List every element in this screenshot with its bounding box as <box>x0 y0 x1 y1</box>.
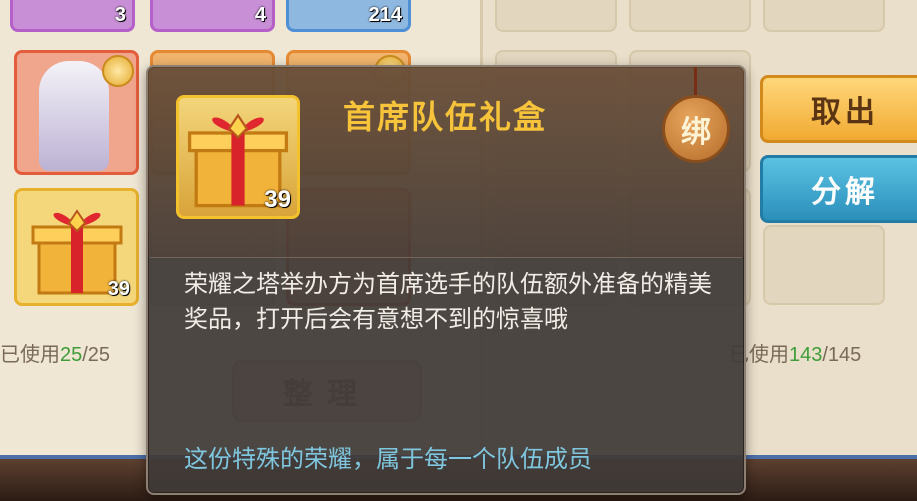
item-flavor-text: 这份特殊的荣耀，属于每一个队伍成员 <box>184 445 592 473</box>
tooltip-divider <box>150 257 742 258</box>
left-capacity-text: 已使用25/25 <box>0 338 110 367</box>
item-icon-frame: 39 <box>176 95 300 219</box>
decompose-button[interactable]: 分解 <box>760 155 917 223</box>
item-count: 39 <box>264 186 291 213</box>
item-tooltip: 39 首席队伍礼盒 绑 荣耀之塔举办方为首席选手的队伍额外准备的精美奖品，打开后… <box>146 65 746 495</box>
inventory-slot-gift[interactable]: 39 <box>14 188 139 306</box>
slot-count: 4 <box>254 4 266 26</box>
bound-badge-icon: 绑 <box>662 95 730 163</box>
capacity-used: 25 <box>60 344 83 366</box>
inventory-slot[interactable]: 3 <box>10 0 135 32</box>
take-out-button[interactable]: 取出 <box>760 75 917 143</box>
character-figure-icon <box>39 61 109 171</box>
inventory-slot-character[interactable] <box>14 50 139 175</box>
capacity-total: /25 <box>82 344 111 366</box>
capacity-total: /145 <box>822 344 862 366</box>
inventory-slot[interactable] <box>629 0 751 32</box>
inventory-slot[interactable] <box>763 0 885 32</box>
slot-count: 39 <box>107 278 130 300</box>
right-capacity-text: 已使用143/145 <box>729 338 861 367</box>
slot-count: 3 <box>114 4 126 26</box>
inventory-slot[interactable]: 214 <box>286 0 411 32</box>
badge-string <box>694 67 697 97</box>
inventory-slot[interactable]: 4 <box>150 0 275 32</box>
slot-count: 214 <box>368 4 402 26</box>
inventory-slot[interactable] <box>763 225 885 305</box>
capacity-used: 143 <box>789 344 823 366</box>
inventory-slot[interactable] <box>495 0 617 32</box>
item-name: 首席队伍礼盒 <box>343 98 548 136</box>
coin-icon <box>102 55 134 87</box>
capacity-label: 已使用 <box>0 344 60 366</box>
item-description: 荣耀之塔举办方为首席选手的队伍额外准备的精美奖品，打开后会有意想不到的惊喜哦 <box>184 270 712 333</box>
